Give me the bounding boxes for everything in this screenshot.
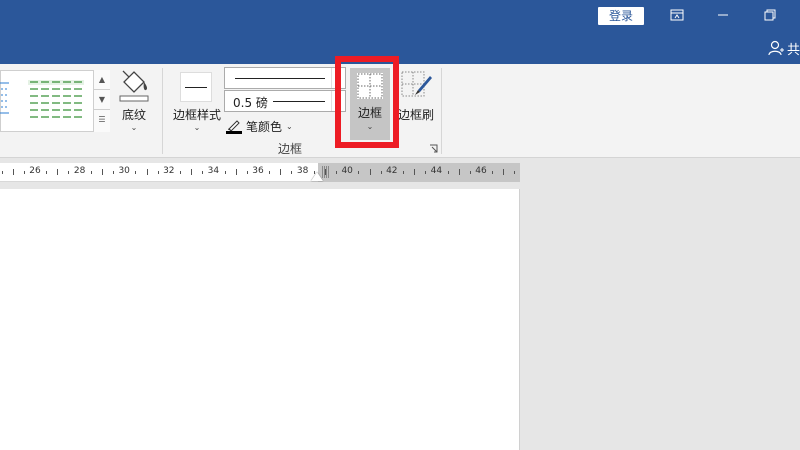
minimize-icon[interactable]: [711, 5, 735, 25]
dialog-launcher-icon[interactable]: [429, 144, 439, 154]
ruler-tick: [23, 171, 25, 174]
line-style-dropdown[interactable]: ▾: [224, 67, 346, 89]
border-painter-button[interactable]: 边框刷: [396, 68, 436, 124]
ruler-tick: [380, 171, 382, 174]
ruler-tick: [246, 171, 248, 174]
ruler-number: 38: [296, 166, 309, 176]
person-icon: [768, 40, 784, 56]
border-styles-button[interactable]: 边框样式 ⌄: [170, 68, 224, 136]
line-style-preview: [235, 78, 325, 79]
ruler-tick: [12, 169, 14, 175]
chevron-down-icon: ⌄: [193, 123, 201, 132]
borders-grid-icon: [357, 73, 383, 99]
ruler-tick: [313, 171, 315, 174]
table-style-thumbnail[interactable]: [0, 79, 13, 115]
gallery-scroll: ▲ ▼ ☰: [93, 70, 110, 132]
border-painter-icon: [401, 71, 432, 97]
login-button[interactable]: 登录: [598, 7, 644, 25]
ruler-number: 26: [29, 166, 41, 176]
ruler-tick: [90, 171, 92, 174]
ruler-tick: [414, 169, 416, 175]
ruler-tick: [235, 169, 237, 175]
group-separator: [441, 68, 442, 154]
ribbon-display-icon[interactable]: [665, 5, 689, 25]
ruler-tick: [146, 169, 148, 175]
pen-icon: [226, 118, 242, 134]
chevron-down-icon: ⌄: [130, 123, 138, 132]
ruler-tick: [135, 171, 137, 174]
ruler-tick: [68, 171, 70, 174]
document-page[interactable]: [0, 189, 520, 450]
ruler-tick: [458, 169, 460, 175]
ruler-tick: [469, 171, 471, 174]
ruler-number: 42: [386, 166, 398, 176]
paint-bucket-icon: [119, 70, 149, 102]
pen-color-label: 笔颜色: [246, 119, 283, 134]
ruler-tick: [113, 171, 115, 174]
border-styles-label: 边框样式: [172, 108, 221, 122]
border-style-preview-icon: [180, 72, 212, 102]
ruler-tick: [57, 169, 59, 175]
ruler-tick: [425, 171, 427, 174]
ruler-tick: [514, 171, 516, 174]
ruler-tick: [179, 171, 181, 174]
chevron-down-icon: ⌄: [286, 121, 293, 131]
borders-button[interactable]: 边框 ⌄: [350, 68, 390, 140]
gallery-down-button[interactable]: ▼: [94, 90, 110, 110]
ruler-tick: [336, 171, 338, 174]
ruler-tick: [101, 169, 103, 175]
line-weight-dropdown[interactable]: 0.5 磅 ▾: [224, 90, 346, 112]
dropdown-arrow-icon: ▾: [331, 91, 345, 111]
ruler-tick: [358, 171, 360, 174]
ruler-tick: [191, 169, 193, 175]
ribbon: ▲ ▼ ☰ 底纹 ⌄ 边框样式 ⌄ ▾ 0.5 磅 ▾ 笔颜色 ⌄ 边框 ⌄ 边…: [0, 64, 800, 158]
ruler-number: 46: [475, 166, 487, 176]
ruler-tick: [46, 171, 48, 174]
borders-group-label: 边框: [278, 142, 303, 156]
ruler-number: 32: [163, 166, 175, 176]
border-painter-label: 边框刷: [397, 108, 434, 122]
borders-label: 边框: [357, 106, 382, 120]
gallery-up-button[interactable]: ▲: [94, 70, 110, 90]
horizontal-ruler: 26 28 30 32 34 36 38 40 42 44 46: [0, 163, 520, 182]
ruler-number: 28: [73, 166, 86, 176]
ruler-tick: [280, 169, 282, 175]
dropdown-arrow-icon: ▾: [331, 68, 345, 88]
ruler-number: 34: [207, 166, 220, 176]
ruler-tick: [492, 171, 494, 174]
column-marker[interactable]: [322, 166, 330, 178]
chevron-down-icon: ⌄: [366, 122, 374, 131]
ruler-number: 40: [341, 166, 353, 176]
title-bar: 登录 共: [0, 0, 800, 64]
ruler-tick: [447, 171, 449, 174]
shading-button[interactable]: 底纹 ⌄: [114, 68, 154, 136]
gallery-more-button[interactable]: ☰: [94, 110, 110, 130]
ruler-number: 36: [252, 166, 264, 176]
shading-label: 底纹: [121, 108, 146, 122]
share-label: 共: [787, 42, 800, 58]
table-style-thumbnail[interactable]: [27, 79, 85, 119]
share-button[interactable]: 共: [768, 38, 800, 58]
ruler-tick: [503, 169, 505, 175]
line-weight-value: 0.5 磅: [233, 96, 268, 110]
ruler-tick: [269, 171, 271, 174]
ruler-tick: [369, 169, 371, 175]
ruler-number: 30: [118, 166, 130, 176]
ruler-tick: [402, 171, 404, 174]
ruler-tick: [291, 171, 293, 174]
ruler-tick: [157, 171, 159, 174]
ruler-tick: [324, 169, 326, 175]
ruler-tick: [224, 171, 226, 174]
line-weight-preview: [273, 101, 325, 102]
group-separator: [162, 68, 163, 154]
ruler-tick: [1, 171, 3, 174]
pen-color-button[interactable]: 笔颜色 ⌄: [226, 116, 293, 136]
ruler-tick: [202, 171, 204, 174]
restore-icon[interactable]: [757, 5, 781, 25]
pen-color-swatch: [226, 131, 242, 134]
ruler-number: 44: [430, 166, 443, 176]
